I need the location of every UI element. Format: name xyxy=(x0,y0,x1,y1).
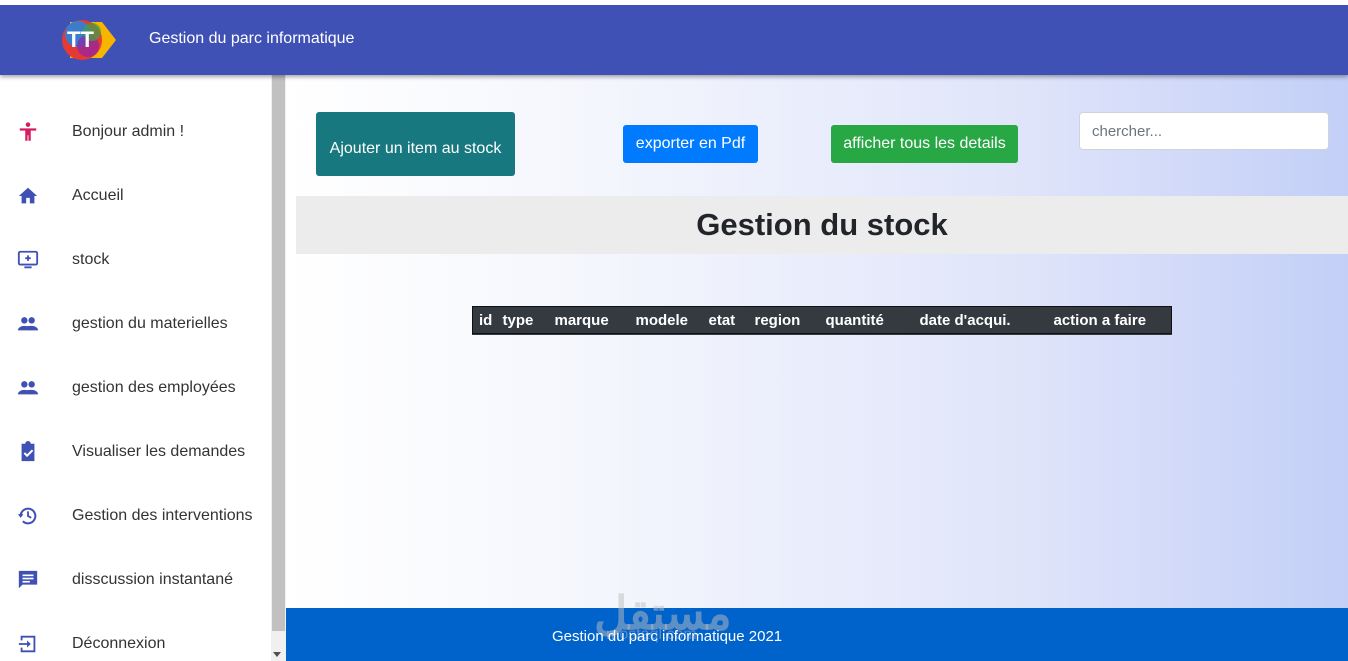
sidebar-item-label: Accueil xyxy=(72,187,124,204)
sidebar-item-label: gestion des employées xyxy=(72,379,236,396)
heading-band: Gestion du stock xyxy=(296,196,1348,254)
column-header-action[interactable]: action a faire xyxy=(1054,307,1172,334)
history-icon xyxy=(16,504,40,528)
search-input[interactable] xyxy=(1079,112,1329,150)
sidebar-item-bonjour-admin[interactable]: Bonjour admin ! xyxy=(0,104,271,160)
top-strip xyxy=(0,0,1348,5)
monitor-add-icon xyxy=(16,248,40,272)
table-body xyxy=(473,334,1172,335)
group-icon xyxy=(16,376,40,400)
column-header-date-acquisition[interactable]: date d'acqui. xyxy=(920,307,1054,334)
sidebar-item-label: stock xyxy=(72,251,110,268)
tunisie-telecom-logo-icon[interactable]: TT xyxy=(62,16,116,64)
svg-text:TT: TT xyxy=(67,27,94,52)
footer: مستقل mostaql.com Gestion du parc inform… xyxy=(286,587,1348,661)
column-header-modele[interactable]: modele xyxy=(636,307,709,334)
sidebar-item-label: disscussion instantané xyxy=(72,571,233,588)
stock-table: id type marque modele etat region quanti… xyxy=(472,306,1172,335)
sidebar-item-label: gestion du materielles xyxy=(72,315,228,332)
column-header-quantite[interactable]: quantité xyxy=(826,307,920,334)
sidebar-item-gestion-materielles[interactable]: gestion du materielles xyxy=(0,296,271,352)
group-icon xyxy=(16,312,40,336)
sidebar-item-label: Gestion des interventions xyxy=(72,507,253,524)
show-details-button[interactable]: afficher tous les details xyxy=(831,125,1018,163)
sidebar-item-accueil[interactable]: Accueil xyxy=(0,168,271,224)
column-header-etat[interactable]: etat xyxy=(709,307,755,334)
column-header-id[interactable]: id xyxy=(473,307,503,334)
chat-icon xyxy=(16,568,40,592)
sidebar-item-discussion[interactable]: disscussion instantané xyxy=(0,552,271,608)
home-icon xyxy=(16,184,40,208)
scroll-down-arrow-icon[interactable] xyxy=(273,652,281,657)
sidebar-item-gestion-employees[interactable]: gestion des employées xyxy=(0,360,271,416)
sidebar-item-label: Bonjour admin ! xyxy=(72,123,185,140)
main-content: Ajouter un item au stock exporter en Pdf… xyxy=(286,75,1348,608)
footer-text: Gestion du parc informatique 2021 xyxy=(552,628,783,645)
clipboard-check-icon xyxy=(16,440,40,464)
sidebar-item-label: Déconnexion xyxy=(72,635,166,652)
sidebar-item-stock[interactable]: stock xyxy=(0,232,271,288)
top-app-bar: TT Gestion du parc informatique xyxy=(0,0,1348,75)
sidebar-scrollbar[interactable] xyxy=(271,75,286,661)
sidebar: Bonjour admin ! Accueil stock gestion du… xyxy=(0,75,271,661)
sidebar-item-label: Visualiser les demandes xyxy=(72,443,246,460)
app-title: Gestion du parc informatique xyxy=(149,30,355,47)
column-header-type[interactable]: type xyxy=(503,307,555,334)
scrollbar-thumb[interactable] xyxy=(272,75,285,631)
sidebar-item-gestion-interventions[interactable]: Gestion des interventions xyxy=(0,488,271,544)
logout-icon xyxy=(16,632,40,656)
column-header-marque[interactable]: marque xyxy=(555,307,636,334)
add-item-button[interactable]: Ajouter un item au stock xyxy=(316,112,515,176)
column-header-region[interactable]: region xyxy=(755,307,826,334)
sidebar-item-deconnexion[interactable]: Déconnexion xyxy=(0,616,271,661)
table-header-row: id type marque modele etat region quanti… xyxy=(473,307,1172,334)
export-pdf-button[interactable]: exporter en Pdf xyxy=(623,125,758,163)
page-title: Gestion du stock xyxy=(696,207,948,242)
person-icon xyxy=(16,120,40,144)
sidebar-item-visualiser-demandes[interactable]: Visualiser les demandes xyxy=(0,424,271,480)
